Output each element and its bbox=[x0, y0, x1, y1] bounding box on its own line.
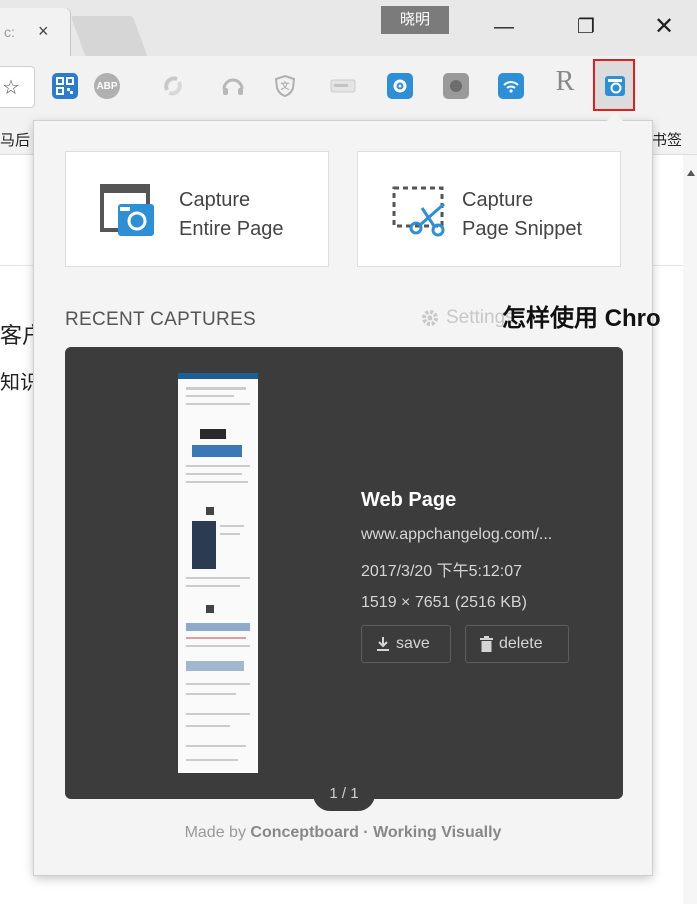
browser-tab[interactable]: c: × bbox=[0, 8, 70, 56]
thumb-image bbox=[206, 507, 214, 515]
popup-arrow bbox=[606, 112, 624, 122]
thumb-line bbox=[186, 403, 250, 405]
recent-captures-title: RECENT CAPTURES bbox=[65, 309, 257, 330]
thumb-line bbox=[186, 693, 236, 695]
sync-extension-icon[interactable] bbox=[160, 73, 186, 99]
capture-snippet-label: Capture Page Snippet bbox=[462, 186, 582, 244]
title-bar: c: × 晓明 — ❐ ✕ bbox=[0, 0, 697, 56]
thumb-image bbox=[186, 661, 244, 671]
svg-text:文: 文 bbox=[279, 80, 290, 92]
capture-snippet-line2: Page Snippet bbox=[462, 218, 583, 240]
bookmark-star-icon[interactable]: ☆ bbox=[2, 75, 20, 100]
download-icon bbox=[377, 637, 389, 651]
other-bookmarks[interactable]: 书签 bbox=[652, 129, 682, 150]
restore-button[interactable]: ❐ bbox=[566, 12, 606, 42]
bookmark-item[interactable]: 马后 bbox=[0, 129, 30, 150]
minimize-button[interactable]: — bbox=[484, 12, 524, 42]
thumb-line bbox=[186, 577, 250, 579]
camera-extension-icon bbox=[605, 76, 625, 96]
thumb-line bbox=[186, 725, 230, 727]
full-page-screen-capture-button[interactable] bbox=[593, 59, 635, 111]
adblock-label: ABP bbox=[96, 80, 118, 92]
qr-code-extension-icon[interactable] bbox=[52, 73, 78, 99]
headphones-extension-icon[interactable] bbox=[220, 73, 246, 99]
settings-link[interactable]: Settings bbox=[420, 307, 515, 329]
blue-gear-extension-icon[interactable] bbox=[387, 73, 413, 99]
capture-datetime: 2017/3/20 下午5:12:07 bbox=[361, 563, 523, 580]
save-button[interactable]: save bbox=[361, 625, 451, 663]
capture-pager: 1 / 1 bbox=[313, 777, 375, 811]
trash-icon bbox=[480, 636, 493, 652]
profile-badge[interactable]: 晓明 bbox=[381, 6, 449, 34]
thumb-line bbox=[186, 473, 242, 475]
thumb-line bbox=[186, 683, 250, 685]
footer-made-by: Made by bbox=[184, 824, 246, 841]
capture-info: Web Page www.appchangelog.com/... 2017/3… bbox=[361, 489, 552, 625]
thumb-line bbox=[186, 713, 250, 715]
scroll-up-icon[interactable] bbox=[687, 170, 695, 176]
screen-capture-popup: Capture Entire Page Capture Page Snippet… bbox=[34, 121, 652, 875]
thumb-line bbox=[186, 387, 246, 390]
capture-entire-page-button[interactable]: Capture Entire Page bbox=[65, 151, 329, 267]
gear-icon bbox=[422, 310, 438, 326]
thumb-line bbox=[186, 465, 250, 467]
tab-label: c: bbox=[4, 24, 15, 40]
thumb-image bbox=[192, 445, 242, 457]
capture-page-snippet-button[interactable]: Capture Page Snippet bbox=[357, 151, 621, 267]
shield-extension-icon[interactable]: 文 bbox=[272, 73, 298, 99]
thumb-line bbox=[186, 395, 234, 397]
wifi-extension-icon[interactable] bbox=[498, 73, 524, 99]
capture-entire-line1: Capture bbox=[179, 189, 251, 211]
page-heading: 怎样使用 Chro bbox=[502, 305, 661, 332]
gray-extension-icon[interactable] bbox=[443, 73, 469, 99]
capture-entire-label: Capture Entire Page bbox=[179, 186, 284, 244]
capture-snippet-line1: Capture bbox=[462, 189, 534, 211]
capture-entire-line2: Entire Page bbox=[179, 218, 284, 240]
capture-title: Web Page bbox=[361, 489, 457, 511]
thumb-line bbox=[220, 533, 240, 535]
thumb-line bbox=[220, 525, 244, 527]
popup-footer: Made by Conceptboard · Working Visually bbox=[34, 824, 652, 842]
thumb-line bbox=[186, 645, 250, 647]
card-extension-icon[interactable] bbox=[330, 73, 356, 99]
capture-thumbnail[interactable] bbox=[178, 373, 258, 773]
address-bar[interactable]: ☆ bbox=[0, 66, 35, 108]
delete-button[interactable]: delete bbox=[465, 625, 569, 663]
capture-dimensions: 1519 × 7651 (2516 KB) bbox=[361, 594, 527, 611]
thumb-line bbox=[186, 745, 246, 747]
page-scrollbar[interactable] bbox=[683, 155, 697, 904]
capture-url: www.appchangelog.com/... bbox=[361, 526, 553, 543]
thumb-image bbox=[200, 429, 226, 439]
thumb-image bbox=[206, 605, 214, 613]
new-tab-button[interactable] bbox=[70, 16, 148, 56]
tab-close-icon[interactable]: × bbox=[38, 21, 49, 42]
thumb-header bbox=[178, 373, 258, 379]
thumb-image bbox=[192, 521, 216, 569]
thumb-line bbox=[186, 759, 238, 761]
entire-page-camera-icon bbox=[100, 184, 154, 236]
thumb-line bbox=[186, 637, 246, 639]
delete-label: delete bbox=[499, 635, 543, 652]
capture-viewer: Web Page www.appchangelog.com/... 2017/3… bbox=[65, 347, 623, 811]
thumb-image bbox=[186, 623, 250, 631]
thumb-line bbox=[186, 481, 248, 483]
r-extension-icon[interactable]: R bbox=[552, 66, 578, 97]
close-window-button[interactable]: ✕ bbox=[644, 12, 684, 42]
snippet-scissors-icon bbox=[392, 186, 445, 237]
footer-brand-link[interactable]: Conceptboard · Working Visually bbox=[250, 824, 501, 841]
adblock-plus-icon[interactable]: ABP bbox=[94, 73, 120, 99]
thumb-line bbox=[186, 585, 240, 587]
save-label: save bbox=[396, 635, 430, 652]
